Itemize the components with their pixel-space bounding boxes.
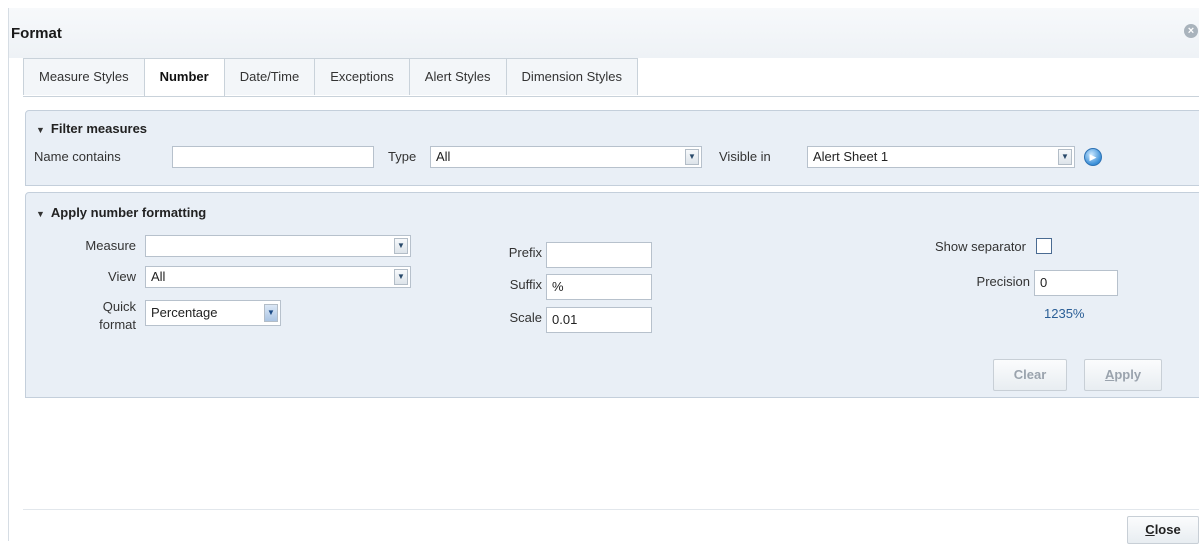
view-select-value: All: [151, 269, 166, 284]
suffix-input[interactable]: %: [546, 274, 652, 300]
close-icon[interactable]: ×: [1184, 24, 1198, 38]
scale-input[interactable]: 0.01: [546, 307, 652, 333]
tab-underline: [23, 96, 1199, 97]
quick-format-select-value: Percentage: [151, 305, 218, 320]
filter-measures-heading: Filter measures: [50, 121, 148, 136]
tab-bar: Measure Styles Number Date/Time Exceptio…: [23, 58, 638, 97]
go-arrow-icon[interactable]: ▶: [1084, 148, 1102, 166]
format-preview: 1235%: [1044, 306, 1085, 321]
number-formatting-panel: ▼ Apply number formatting Measure ▼ View …: [25, 192, 1199, 398]
apply-button-label: pply: [1114, 367, 1142, 382]
close-button[interactable]: Close: [1127, 516, 1199, 544]
top-strip: [0, 0, 1199, 8]
clear-button[interactable]: Clear: [993, 359, 1067, 391]
prefix-label: Prefix: [508, 245, 542, 260]
chevron-down-icon[interactable]: ▼: [264, 304, 278, 322]
chevron-down-icon[interactable]: ▼: [1058, 149, 1072, 165]
apply-button[interactable]: Apply: [1084, 359, 1162, 391]
format-dialog: Format × Measure Styles Number Date/Time…: [8, 8, 1199, 544]
chevron-down-icon[interactable]: ▼: [394, 238, 408, 254]
footer-divider: [23, 509, 1199, 510]
measure-label: Measure: [85, 238, 136, 253]
chevron-down-icon[interactable]: ▼: [394, 269, 408, 285]
prefix-input[interactable]: [546, 242, 652, 268]
type-select-value: All: [436, 149, 451, 164]
type-select[interactable]: All ▼: [430, 146, 702, 168]
visible-in-select-value: Alert Sheet 1: [813, 149, 889, 164]
quick-format-select[interactable]: Percentage ▼: [145, 300, 281, 326]
tab-number[interactable]: Number: [143, 58, 225, 97]
tab-alert-styles[interactable]: Alert Styles: [408, 58, 507, 95]
scale-label: Scale: [509, 310, 542, 325]
suffix-label: Suffix: [509, 277, 542, 292]
name-contains-label: Name contains: [34, 149, 121, 164]
tab-exceptions[interactable]: Exceptions: [314, 58, 410, 95]
collapse-triangle-icon: ▼: [36, 209, 45, 219]
collapse-triangle-icon: ▼: [36, 125, 45, 135]
type-label: Type: [388, 149, 417, 164]
number-formatting-header[interactable]: ▼ Apply number formatting: [36, 205, 206, 220]
close-button-label: lose: [1154, 522, 1181, 537]
chevron-down-icon[interactable]: ▼: [685, 149, 699, 165]
tab-dimension-styles[interactable]: Dimension Styles: [505, 58, 638, 95]
dialog-titlebar: Format ×: [9, 8, 1199, 58]
view-label: View: [108, 269, 136, 284]
visible-in-select[interactable]: Alert Sheet 1 ▼: [807, 146, 1075, 168]
name-contains-input[interactable]: [172, 146, 374, 168]
quick-format-label-line2: format: [99, 317, 136, 332]
visible-in-label: Visible in: [719, 149, 771, 164]
measure-select[interactable]: ▼: [145, 235, 411, 257]
close-button-mnemonic: C: [1145, 522, 1155, 537]
clear-button-label: Clear: [1013, 367, 1047, 382]
tab-measure-styles[interactable]: Measure Styles: [23, 58, 145, 95]
show-separator-checkbox[interactable]: [1036, 238, 1052, 254]
tab-date-time[interactable]: Date/Time: [223, 58, 316, 95]
show-separator-label: Show separator: [934, 239, 1026, 254]
number-formatting-heading: Apply number formatting: [50, 205, 207, 220]
view-select[interactable]: All ▼: [145, 266, 411, 288]
quick-format-label-line1: Quick: [102, 299, 136, 314]
apply-button-mnemonic: A: [1104, 367, 1115, 382]
precision-input[interactable]: 0: [1034, 270, 1118, 296]
precision-label: Precision: [976, 274, 1030, 289]
dialog-title: Format: [11, 25, 62, 42]
filter-measures-panel: ▼ Filter measures Name contains Type All …: [25, 110, 1199, 186]
filter-measures-header[interactable]: ▼ Filter measures: [36, 121, 147, 136]
